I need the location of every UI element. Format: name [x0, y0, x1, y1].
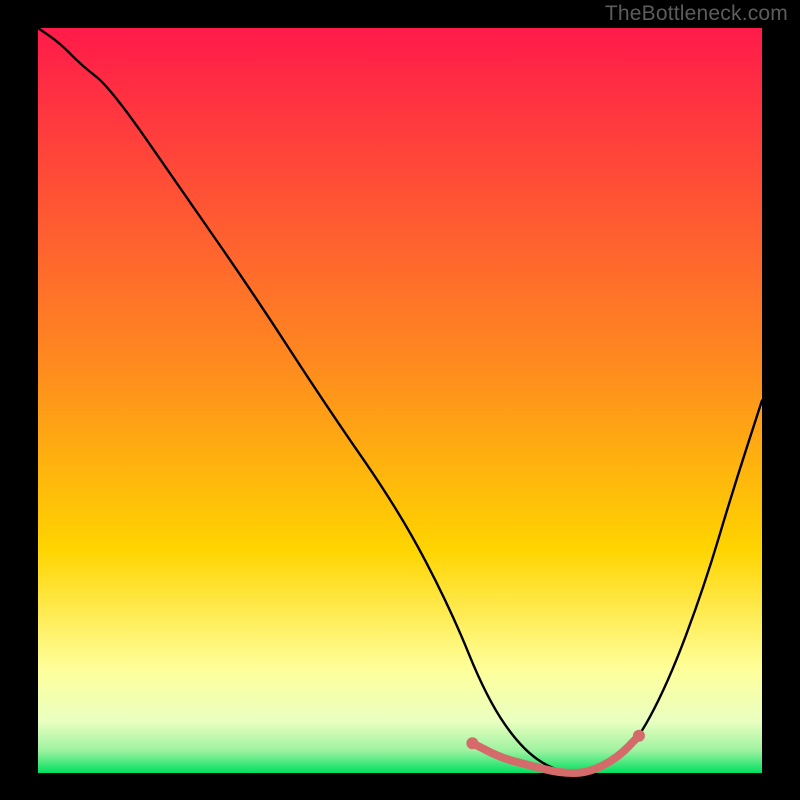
optimal-end-marker — [633, 730, 645, 742]
bottom-border — [0, 773, 800, 800]
chart-stage: TheBottleneck.com — [0, 0, 800, 800]
chart-svg — [0, 0, 800, 800]
optimal-start-marker — [466, 737, 478, 749]
watermark-text: TheBottleneck.com — [605, 2, 788, 26]
left-border — [0, 0, 38, 800]
right-border — [762, 0, 800, 800]
